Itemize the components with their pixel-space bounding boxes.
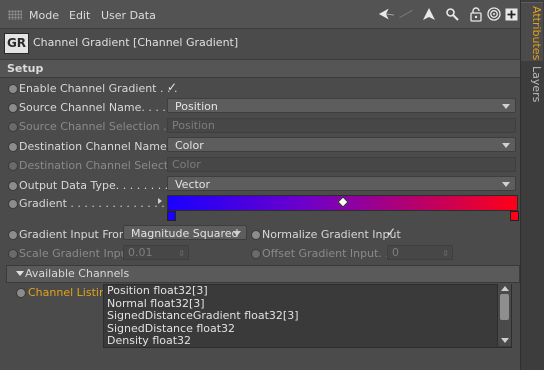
enable-checkbox[interactable]: ✓	[167, 80, 177, 94]
source-selection-label: Source Channel Selection . . .	[19, 120, 181, 133]
arrow-up-icon[interactable]	[421, 6, 437, 22]
animate-dot[interactable]	[8, 103, 18, 113]
menu-edit[interactable]: Edit	[69, 9, 90, 22]
target-icon[interactable]	[486, 6, 502, 22]
output-type-label: Output Data Type. . . . . . . . . .	[19, 179, 183, 192]
menu-user-data[interactable]: User Data	[101, 9, 156, 22]
scroll-up-icon[interactable]	[501, 286, 509, 291]
animate-dot[interactable]	[16, 288, 26, 298]
tab-layers[interactable]: Layers	[521, 66, 543, 102]
gradient-input-dropdown[interactable]: Magnitude Squared	[123, 225, 247, 240]
object-title: Channel Gradient [Channel Gradient]	[33, 36, 239, 49]
lock-icon[interactable]	[468, 6, 484, 22]
animate-dot[interactable]	[8, 181, 18, 191]
source-channel-dropdown[interactable]: Position	[167, 98, 516, 113]
list-item[interactable]: Density float32	[104, 334, 511, 347]
channel-list[interactable]: Position float32[3] Normal float32[3] Si…	[103, 284, 512, 348]
output-type-value: Vector	[175, 178, 211, 191]
scroll-down-icon[interactable]	[501, 338, 509, 343]
destination-selection-field[interactable]: Color	[167, 157, 516, 172]
source-selection-field[interactable]: Position	[167, 118, 516, 133]
offset-value: 0	[392, 246, 399, 259]
available-channels-title: Available Channels	[25, 267, 130, 280]
stepper-icon[interactable]: ⇳	[178, 247, 185, 261]
gradient-label: Gradient . . . . . . . . . . . . . . . .	[19, 197, 179, 210]
offset-field[interactable]: 0 ⇳	[387, 245, 453, 260]
setup-group-header[interactable]	[0, 60, 520, 78]
add-panel-icon[interactable]	[503, 6, 519, 22]
scroll-thumb[interactable]	[500, 294, 509, 320]
destination-channel-value: Color	[175, 139, 204, 152]
animate-dot[interactable]	[8, 230, 18, 240]
collapse-arrow-icon[interactable]	[16, 271, 24, 276]
destination-channel-label: Destination Channel Name . .	[19, 140, 181, 153]
setup-title: Setup	[7, 62, 44, 75]
animate-dot[interactable]	[8, 84, 18, 94]
animate-dot[interactable]	[251, 230, 261, 240]
tab-attributes[interactable]: Attributes	[521, 6, 543, 60]
chevron-down-icon	[502, 143, 510, 148]
panel-bottom	[0, 352, 520, 370]
grip-icon[interactable]	[8, 10, 22, 20]
animate-dot[interactable]	[8, 249, 18, 259]
arrow-up-right-icon[interactable]	[398, 6, 414, 22]
scale-label: Scale Gradient Input	[19, 247, 132, 260]
source-channel-value: Position	[175, 100, 218, 113]
expand-arrow-icon[interactable]	[158, 198, 162, 204]
scale-field[interactable]: 0.01 ⇳	[123, 245, 189, 260]
list-item[interactable]: Position float32[3]	[104, 285, 511, 298]
normalize-label: Normalize Gradient Input	[262, 228, 401, 241]
destination-channel-dropdown[interactable]: Color	[167, 137, 516, 152]
gradient-knot-start[interactable]	[167, 211, 176, 221]
animate-dot[interactable]	[8, 199, 18, 209]
output-type-dropdown[interactable]: Vector	[167, 176, 516, 191]
arrow-left-icon[interactable]	[378, 6, 394, 22]
enable-label: Enable Channel Gradient . . .	[19, 82, 178, 95]
chevron-down-icon	[502, 104, 510, 109]
gradient-knot-end[interactable]	[510, 211, 519, 221]
list-item[interactable]: SignedDistanceGradient float32[3]	[104, 309, 511, 323]
chevron-down-icon	[502, 182, 510, 187]
animate-dot[interactable]	[8, 142, 18, 152]
object-logo: GR	[4, 33, 29, 54]
normalize-checkbox[interactable]: ✓	[386, 225, 396, 239]
gradient-input-value: Magnitude Squared	[131, 227, 239, 240]
chevron-down-icon	[233, 231, 241, 236]
destination-selection-label: Destination Channel Selection	[19, 159, 185, 172]
menu-mode[interactable]: Mode	[29, 9, 59, 22]
list-scrollbar[interactable]	[497, 284, 511, 346]
magnifier-icon[interactable]	[444, 6, 460, 22]
animate-dot[interactable]	[251, 249, 261, 259]
gradient-input-label: Gradient Input From	[19, 228, 130, 241]
scale-value: 0.01	[128, 246, 153, 259]
animate-dot[interactable]	[8, 161, 18, 171]
stepper-icon[interactable]: ⇳	[442, 247, 449, 261]
offset-label: Offset Gradient Input. . .	[262, 247, 396, 260]
source-channel-label: Source Channel Name. . . . . .	[19, 101, 180, 114]
channel-listing-label: Channel Listing	[28, 286, 113, 299]
animate-dot[interactable]	[8, 122, 18, 132]
